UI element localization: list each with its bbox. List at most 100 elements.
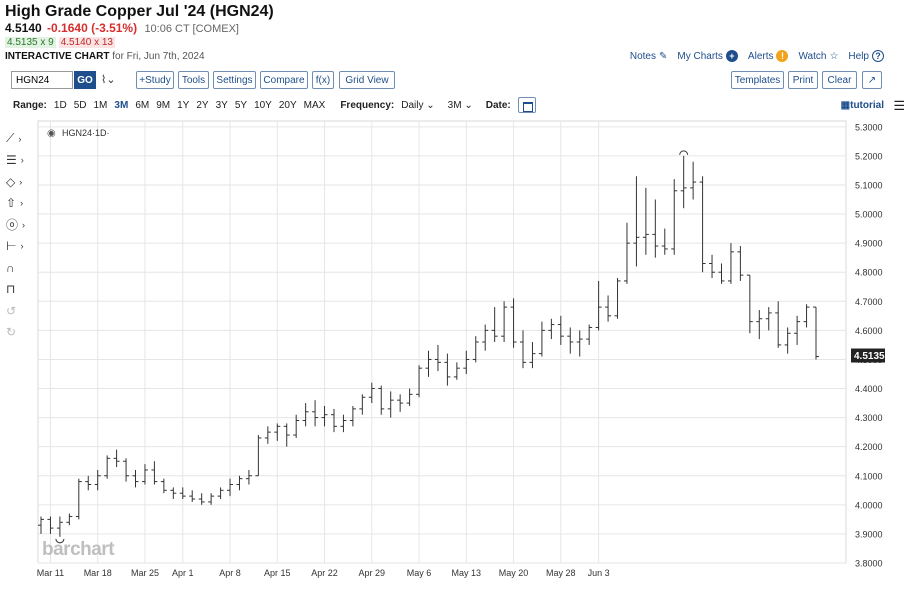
y-tick-label: 5.3000: [855, 122, 883, 132]
y-tick-label: 3.8000: [855, 559, 883, 569]
ohlc-bar: [264, 426, 271, 444]
ohlc-bar: [349, 405, 356, 427]
ohlc-bar: [416, 365, 423, 398]
ohlc-bar: [160, 478, 167, 494]
ohlc-bar: [227, 478, 234, 497]
eye-icon: ◉: [47, 128, 56, 139]
ohlc-bar: [283, 423, 290, 447]
y-tick-label: 4.0000: [855, 500, 883, 510]
ohlc-bar: [623, 222, 630, 284]
ohlc-bar: [453, 362, 460, 380]
ohlc-bar: [94, 469, 101, 491]
ohlc-bar: [104, 455, 111, 479]
ohlc-bar: [321, 405, 328, 427]
y-tick-label: 4.4000: [855, 384, 883, 394]
ohlc-bar: [302, 403, 309, 427]
x-tick-label: May 6: [407, 568, 432, 578]
ohlc-bar: [595, 280, 602, 331]
ohlc-bar: [378, 385, 385, 415]
ohlc-bar: [208, 493, 215, 505]
ohlc-bar: [803, 304, 810, 328]
price-axis: 3.8000 3.9000 4.0000 4.1000 4.2000 4.3000 4.40…: [855, 122, 883, 568]
ohlc-bar: [444, 353, 451, 386]
ohlc-bar: [567, 327, 574, 354]
ohlc-bar: [548, 318, 555, 340]
barchart-watermark: barchart: [42, 539, 115, 560]
ohlc-bars: [38, 150, 819, 544]
ohlc-bar: [245, 469, 252, 485]
ohlc-bar: [491, 307, 498, 342]
ohlc-bar: [293, 414, 300, 438]
ohlc-bar: [520, 330, 527, 369]
ohlc-bar: [709, 254, 716, 279]
y-tick-label: 3.9000: [855, 529, 883, 539]
ohlc-bar: [368, 382, 375, 404]
ohlc-bar: [699, 176, 706, 273]
ohlc-bar: [274, 423, 281, 441]
ohlc-bar: [775, 301, 782, 348]
ohlc-bar: [690, 161, 697, 200]
y-tick-label: 4.1000: [855, 471, 883, 481]
ohlc-bar: [633, 176, 640, 267]
y-tick-label: 4.6000: [855, 326, 883, 336]
x-tick-label: Jun 3: [588, 568, 610, 578]
ohlc-bar: [463, 350, 470, 374]
ohlc-bar: [501, 301, 508, 342]
ohlc-bar: [151, 461, 158, 485]
date-axis: Mar 11 Mar 18 Mar 25 Apr 1 Apr 8 Apr 15 Apr 22…: [37, 568, 610, 578]
ohlc-bar: [198, 493, 205, 505]
x-tick-label: Mar 25: [131, 568, 159, 578]
ohlc-bar: [727, 243, 734, 284]
ohlc-bar: [85, 475, 92, 491]
price-chart[interactable]: 3.8000 3.9000 4.0000 4.1000 4.2000 4.3000 4.40…: [0, 0, 918, 600]
y-tick-label: 4.9000: [855, 239, 883, 249]
high-marker: [679, 150, 689, 155]
ohlc-bar: [746, 274, 753, 334]
ohlc-bar: [75, 478, 82, 520]
ohlc-bar: [661, 228, 668, 255]
ohlc-bar: [189, 490, 196, 502]
ohlc-bar: [170, 487, 177, 500]
y-tick-label: 4.3000: [855, 413, 883, 423]
x-tick-label: Apr 8: [219, 568, 241, 578]
ohlc-bar: [434, 344, 441, 372]
ohlc-bar: [132, 469, 139, 488]
ohlc-bar: [312, 400, 319, 427]
ohlc-bar: [397, 394, 404, 412]
last-price-badge: 4.5135: [854, 351, 885, 362]
ohlc-bar: [217, 487, 224, 500]
x-tick-label: May 13: [452, 568, 482, 578]
ohlc-bar: [38, 516, 44, 534]
legend: ◉ HGN24·1D·: [47, 128, 110, 139]
x-tick-label: Mar 18: [84, 568, 112, 578]
y-tick-label: 4.7000: [855, 297, 883, 307]
ohlc-bar: [756, 310, 763, 340]
plot-frame: [37, 120, 847, 564]
ohlc-bar: [642, 187, 649, 255]
ohlc-bar: [529, 342, 536, 369]
ohlc-bar: [737, 246, 744, 281]
ohlc-bar: [66, 513, 73, 526]
ohlc-bar: [255, 435, 262, 477]
ohlc-bar: [113, 449, 120, 468]
y-tick-label: 4.2000: [855, 442, 883, 452]
ohlc-bar: [576, 330, 583, 357]
ohlc-bar: [359, 394, 366, 415]
ohlc-bar: [472, 336, 479, 363]
ohlc-bar: [605, 295, 612, 322]
ohlc-bar: [123, 458, 130, 482]
y-tick-label: 5.1000: [855, 180, 883, 190]
ohlc-bar: [141, 464, 148, 485]
ohlc-bar: [510, 298, 517, 348]
y-tick-label: 5.2000: [855, 151, 883, 161]
y-tick-label: 4.8000: [855, 268, 883, 278]
ohlc-bar: [813, 306, 819, 360]
ohlc-bar: [784, 327, 791, 354]
ohlc-bar: [179, 487, 186, 500]
ohlc-bar: [482, 324, 489, 351]
x-tick-label: Apr 22: [311, 568, 338, 578]
ohlc-bar: [680, 155, 687, 209]
ohlc-bar: [538, 321, 545, 357]
ohlc-bar: [330, 408, 337, 433]
ohlc-bar: [387, 391, 394, 418]
